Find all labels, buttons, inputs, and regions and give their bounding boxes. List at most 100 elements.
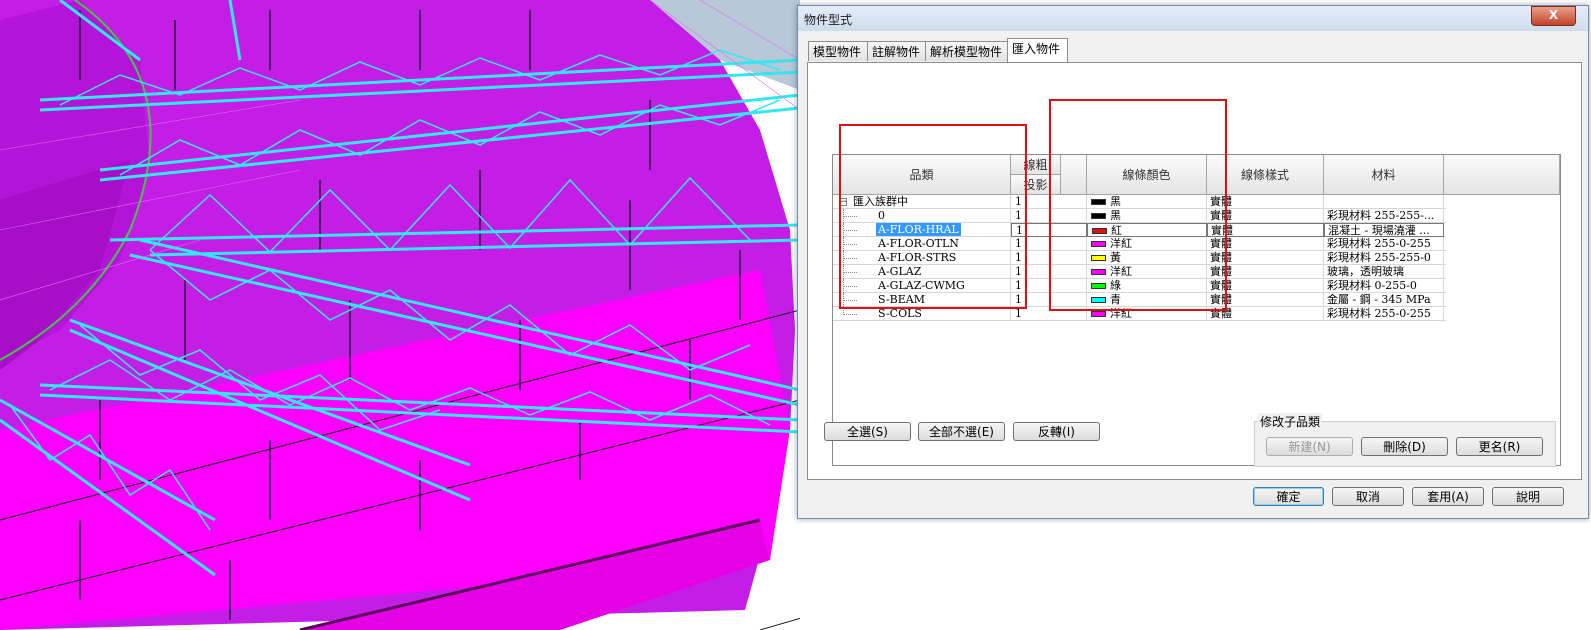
invert-selection-button[interactable]: 反轉(I) — [1013, 422, 1100, 441]
select-all-button[interactable]: 全選(S) — [824, 422, 911, 441]
select-none-button[interactable]: 全部不選(E) — [918, 422, 1005, 441]
color-swatch — [1091, 311, 1106, 317]
color-name: 黑 — [1110, 195, 1121, 208]
apply-button[interactable]: 套用(A) — [1412, 487, 1484, 506]
rename-subcategory-button[interactable]: 更名(R) — [1456, 437, 1543, 456]
table-row[interactable]: A-FLOR-OTLN 1 洋紅 實體 彩現材料 255-0-255 — [833, 237, 1446, 251]
color-name: 綠 — [1110, 279, 1121, 292]
line-pattern-cell[interactable]: 實體 — [1207, 251, 1324, 265]
object-styles-dialog: 物件型式 X 模型物件 註解物件 解析模型物件 匯入物件 品類 線粗 投影 線條… — [797, 5, 1589, 519]
header-projection[interactable]: 投影 — [1011, 175, 1061, 195]
line-color-cell[interactable]: 紅 — [1087, 223, 1207, 237]
table-row[interactable]: A-FLOR-STRS 1 黃 實體 彩現材料 255-255-0 — [833, 251, 1446, 265]
table-row[interactable]: S-BEAM 1 青 實體 金屬 - 鋼 - 345 MPa — [833, 293, 1446, 307]
delete-subcategory-button[interactable]: 刪除(D) — [1361, 437, 1448, 456]
line-weight-cell[interactable]: 1 — [1011, 251, 1087, 265]
row-name-cell: A-FLOR-STRS — [833, 251, 1011, 265]
3d-viewport[interactable] — [0, 0, 800, 630]
header-spacer — [1061, 155, 1087, 195]
header-line-color[interactable]: 線條顏色 — [1087, 155, 1207, 195]
collapse-icon[interactable]: − — [839, 198, 848, 207]
line-color-cell[interactable]: 洋紅 — [1087, 265, 1207, 279]
tab-analytical-model-objects[interactable]: 解析模型物件 — [925, 41, 1008, 61]
table-row[interactable]: A-GLAZ-CWMG 1 綠 實體 彩現材料 0-255-0 — [833, 279, 1446, 293]
modify-subcategories-label: 修改子品類 — [1258, 413, 1323, 430]
tab-imported-objects[interactable]: 匯入物件 — [1007, 38, 1068, 62]
material-cell[interactable]: 彩現材料 255-255-... — [1324, 209, 1444, 223]
color-swatch — [1092, 228, 1107, 234]
material-cell[interactable]: 玻璃，透明玻璃 — [1324, 265, 1444, 279]
line-color-cell[interactable]: 黃 — [1087, 251, 1207, 265]
help-button[interactable]: 說明 — [1492, 487, 1564, 506]
material-cell[interactable]: 彩現材料 255-255-0 — [1324, 251, 1444, 265]
line-pattern-cell[interactable]: 實體 — [1207, 279, 1324, 293]
line-weight-cell[interactable]: 1 — [1011, 223, 1087, 237]
line-color-cell[interactable]: 綠 — [1087, 279, 1207, 293]
material-cell[interactable]: 彩現材料 255-0-255 — [1324, 307, 1444, 321]
line-pattern-cell[interactable]: 實體 — [1207, 307, 1324, 321]
table-row[interactable]: A-GLAZ 1 洋紅 實體 玻璃，透明玻璃 — [833, 265, 1446, 279]
color-name: 洋紅 — [1110, 237, 1132, 250]
row-name-cell: A-GLAZ-CWMG — [833, 279, 1011, 293]
row-name-cell: 0 — [833, 209, 1011, 223]
row-name-cell: A-FLOR-OTLN — [833, 237, 1011, 251]
line-weight-cell[interactable]: 1 — [1011, 307, 1087, 321]
material-cell[interactable]: 混凝土 - 現場澆灌 ... — [1324, 223, 1444, 237]
material-cell[interactable]: 金屬 - 鋼 - 345 MPa — [1324, 293, 1444, 307]
category-name: S-COLS — [878, 307, 922, 320]
header-line-pattern[interactable]: 線條樣式 — [1207, 155, 1324, 195]
color-swatch — [1091, 255, 1106, 261]
category-name: A-FLOR-OTLN — [878, 237, 959, 250]
ok-button[interactable]: 確定 — [1253, 487, 1324, 506]
line-weight-cell[interactable]: 1 — [1011, 279, 1087, 293]
row-name-cell: − 匯入族群中 — [833, 195, 1011, 209]
table-row[interactable]: S-COLS 1 洋紅 實體 彩現材料 255-0-255 — [833, 307, 1446, 321]
tab-model-objects[interactable]: 模型物件 — [808, 41, 868, 61]
row-name-cell: A-FLOR-HRAL — [833, 223, 1011, 237]
table-row[interactable]: A-FLOR-HRAL 1 紅 實體 混凝土 - 現場澆灌 ... — [833, 223, 1446, 237]
color-name: 青 — [1110, 293, 1121, 306]
line-color-cell[interactable]: 黑 — [1087, 209, 1207, 223]
category-name: A-FLOR-HRAL — [876, 223, 961, 236]
line-color-cell[interactable]: 洋紅 — [1087, 237, 1207, 251]
line-color-cell[interactable]: 黑 — [1087, 195, 1207, 209]
material-cell[interactable]: 彩現材料 0-255-0 — [1324, 279, 1444, 293]
row-name-cell: A-GLAZ — [833, 265, 1011, 279]
table-row[interactable]: 0 1 黑 實體 彩現材料 255-255-... — [833, 209, 1446, 223]
color-swatch — [1091, 269, 1106, 275]
tab-panel: 品類 線粗 投影 線條顏色 線條樣式 材料 − 匯入族群中 1 黑 實體 0 1… — [807, 62, 1582, 480]
line-weight-cell[interactable]: 1 — [1011, 195, 1087, 209]
close-button[interactable]: X — [1531, 6, 1576, 26]
color-swatch — [1091, 297, 1106, 303]
header-filler — [1444, 155, 1560, 195]
tab-annotation-objects[interactable]: 註解物件 — [867, 41, 926, 61]
category-name: A-FLOR-STRS — [878, 251, 957, 264]
line-pattern-cell[interactable]: 實體 — [1207, 223, 1324, 237]
header-material[interactable]: 材料 — [1324, 155, 1444, 195]
table-row[interactable]: − 匯入族群中 1 黑 實體 — [833, 195, 1446, 209]
dialog-title: 物件型式 — [804, 13, 853, 27]
object-styles-grid[interactable]: 品類 線粗 投影 線條顏色 線條樣式 材料 − 匯入族群中 1 黑 實體 0 1… — [832, 154, 1561, 466]
color-name: 黃 — [1110, 251, 1121, 264]
color-swatch — [1091, 241, 1106, 247]
line-weight-cell[interactable]: 1 — [1011, 237, 1087, 251]
header-category[interactable]: 品類 — [833, 155, 1011, 195]
line-weight-cell[interactable]: 1 — [1011, 209, 1087, 223]
header-line-weight[interactable]: 線粗 — [1011, 155, 1061, 175]
line-color-cell[interactable]: 洋紅 — [1087, 307, 1207, 321]
line-pattern-cell[interactable]: 實體 — [1207, 195, 1324, 209]
material-cell[interactable] — [1324, 195, 1444, 209]
line-color-cell[interactable]: 青 — [1087, 293, 1207, 307]
dialog-titlebar[interactable]: 物件型式 X — [798, 6, 1588, 31]
color-name: 洋紅 — [1110, 265, 1132, 278]
line-pattern-cell[interactable]: 實體 — [1207, 293, 1324, 307]
new-subcategory-button[interactable]: 新建(N) — [1266, 437, 1353, 456]
material-cell[interactable]: 彩現材料 255-0-255 — [1324, 237, 1444, 251]
cancel-button[interactable]: 取消 — [1332, 487, 1404, 506]
line-weight-cell[interactable]: 1 — [1011, 293, 1087, 307]
line-pattern-cell[interactable]: 實體 — [1207, 237, 1324, 251]
color-swatch — [1091, 199, 1106, 205]
line-pattern-cell[interactable]: 實體 — [1207, 265, 1324, 279]
line-pattern-cell[interactable]: 實體 — [1207, 209, 1324, 223]
line-weight-cell[interactable]: 1 — [1011, 265, 1087, 279]
